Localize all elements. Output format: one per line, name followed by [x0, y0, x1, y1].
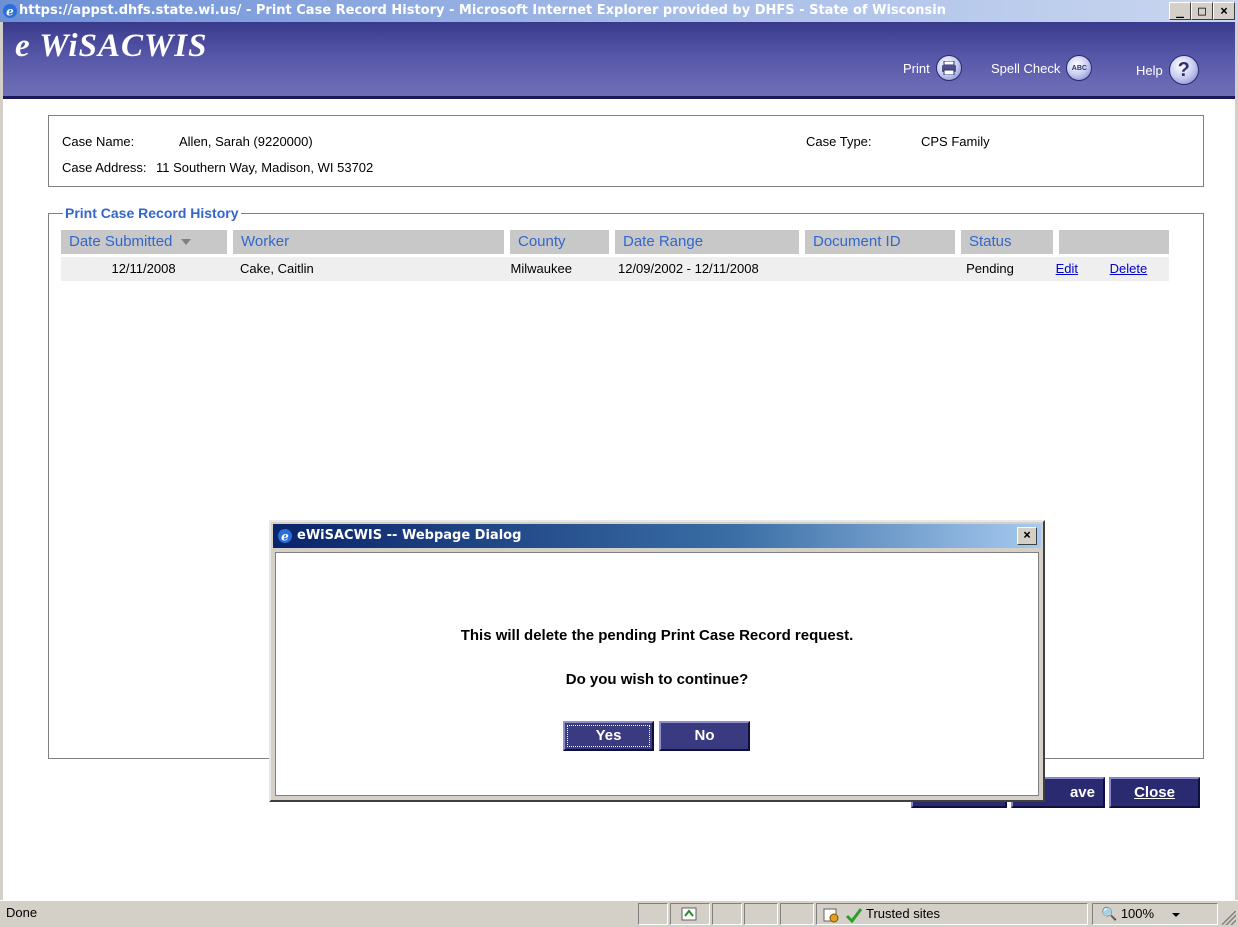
dialog-message: This will delete the pending Print Case … — [460, 627, 854, 644]
case-info-box: Case Name: Allen, Sarah (9220000) Case A… — [48, 115, 1204, 187]
dialog-title-bar: e eWiSACWIS -- Webpage Dialog × — [273, 524, 1041, 548]
case-name-label: Case Name: — [62, 134, 135, 149]
case-type-label: Case Type: — [806, 134, 872, 149]
history-table: Date Submitted Worker County Date Range … — [61, 230, 1169, 281]
cell-county: Milwaukee — [510, 261, 572, 276]
yes-button[interactable]: Yes — [563, 721, 654, 751]
app-header: e WiSACWIS Print Spell Check ABC Help ? — [3, 22, 1235, 99]
dialog-title: eWiSACWIS -- Webpage Dialog — [297, 528, 522, 543]
confirm-dialog: e eWiSACWIS -- Webpage Dialog × This wil… — [269, 520, 1045, 802]
help-label: Help — [1136, 62, 1163, 78]
spell-check-icon: ABC — [1066, 55, 1093, 81]
col-document-id[interactable]: Document ID — [805, 230, 955, 254]
dialog-body: This will delete the pending Print Case … — [275, 552, 1039, 796]
col-date-range[interactable]: Date Range — [615, 230, 799, 254]
cell-date-range: 12/09/2002 - 12/11/2008 — [617, 261, 759, 276]
app-logo: e WiSACWIS — [15, 28, 208, 64]
zoom-icon: 🔍 — [1101, 906, 1118, 921]
status-segment — [670, 903, 710, 925]
status-text: Done — [6, 905, 38, 920]
cell-date-submitted: 12/11/2008 — [111, 261, 176, 276]
status-segment — [780, 903, 814, 925]
window-title: https://appst.dhfs.state.wi.us/ - Print … — [19, 3, 946, 18]
cell-worker: Cake, Caitlin — [240, 261, 314, 276]
browser-title-bar: e https://appst.dhfs.state.wi.us/ - Prin… — [0, 0, 1238, 22]
download-status-icon — [681, 907, 697, 921]
table-header-row: Date Submitted Worker County Date Range … — [61, 230, 1169, 254]
section-legend: Print Case Record History — [63, 205, 241, 221]
cell-status: Pending — [966, 261, 1014, 276]
delete-link[interactable]: Delete — [1110, 261, 1148, 276]
cell-document-id — [801, 257, 950, 281]
spell-check-link[interactable]: Spell Check ABC — [991, 55, 1093, 81]
minimize-button[interactable]: _ — [1169, 2, 1191, 20]
case-address-value: 11 Southern Way, Madison, WI 53702 — [156, 160, 374, 175]
edit-link[interactable]: Edit — [1056, 261, 1078, 276]
help-link[interactable]: Help ? — [1136, 55, 1199, 85]
ie-logo-icon: e — [278, 529, 292, 544]
checkmark-icon — [845, 907, 862, 923]
maximize-button[interactable]: □ — [1191, 2, 1213, 20]
col-status[interactable]: Status — [961, 230, 1053, 254]
security-zone[interactable]: Trusted sites — [816, 903, 1088, 925]
resize-grip[interactable] — [1222, 911, 1236, 925]
status-bar: Done Trusted sites 🔍 100% — [0, 900, 1238, 927]
svg-text:e: e — [6, 5, 14, 19]
help-icon: ? — [1168, 55, 1199, 85]
col-actions — [1059, 230, 1169, 254]
print-label: Print — [903, 60, 930, 76]
print-link[interactable]: Print — [903, 55, 962, 81]
close-button[interactable]: Close — [1109, 777, 1200, 808]
no-button[interactable]: No — [659, 721, 750, 751]
case-type-value: CPS Family — [921, 134, 990, 149]
cell-actions: Edit Delete — [1054, 257, 1163, 281]
zoom-level: 100% — [1120, 906, 1155, 921]
col-county[interactable]: County — [510, 230, 609, 254]
zone-label: Trusted sites — [866, 906, 940, 921]
col-date-submitted[interactable]: Date Submitted — [61, 230, 227, 254]
svg-text:e: e — [281, 530, 289, 544]
case-address-label: Case Address: — [62, 160, 147, 175]
dialog-question: Do you wish to continue? — [565, 671, 749, 688]
sort-desc-icon — [180, 239, 191, 246]
chevron-down-icon — [1171, 912, 1180, 917]
zoom-control[interactable]: 🔍 100% — [1092, 903, 1218, 925]
col-worker[interactable]: Worker — [233, 230, 504, 254]
case-name-value: Allen, Sarah (9220000) — [179, 134, 313, 149]
security-lock-icon — [823, 908, 839, 923]
window-close-button[interactable]: × — [1213, 2, 1235, 20]
dialog-close-button[interactable]: × — [1017, 527, 1037, 545]
status-segment — [638, 903, 668, 925]
table-row: 12/11/2008 Cake, Caitlin Milwaukee 12/09… — [61, 257, 1169, 281]
status-segment — [744, 903, 778, 925]
printer-icon — [935, 55, 962, 81]
status-segment — [712, 903, 742, 925]
ie-logo-icon: e — [3, 4, 17, 19]
spell-check-label: Spell Check — [991, 60, 1061, 76]
